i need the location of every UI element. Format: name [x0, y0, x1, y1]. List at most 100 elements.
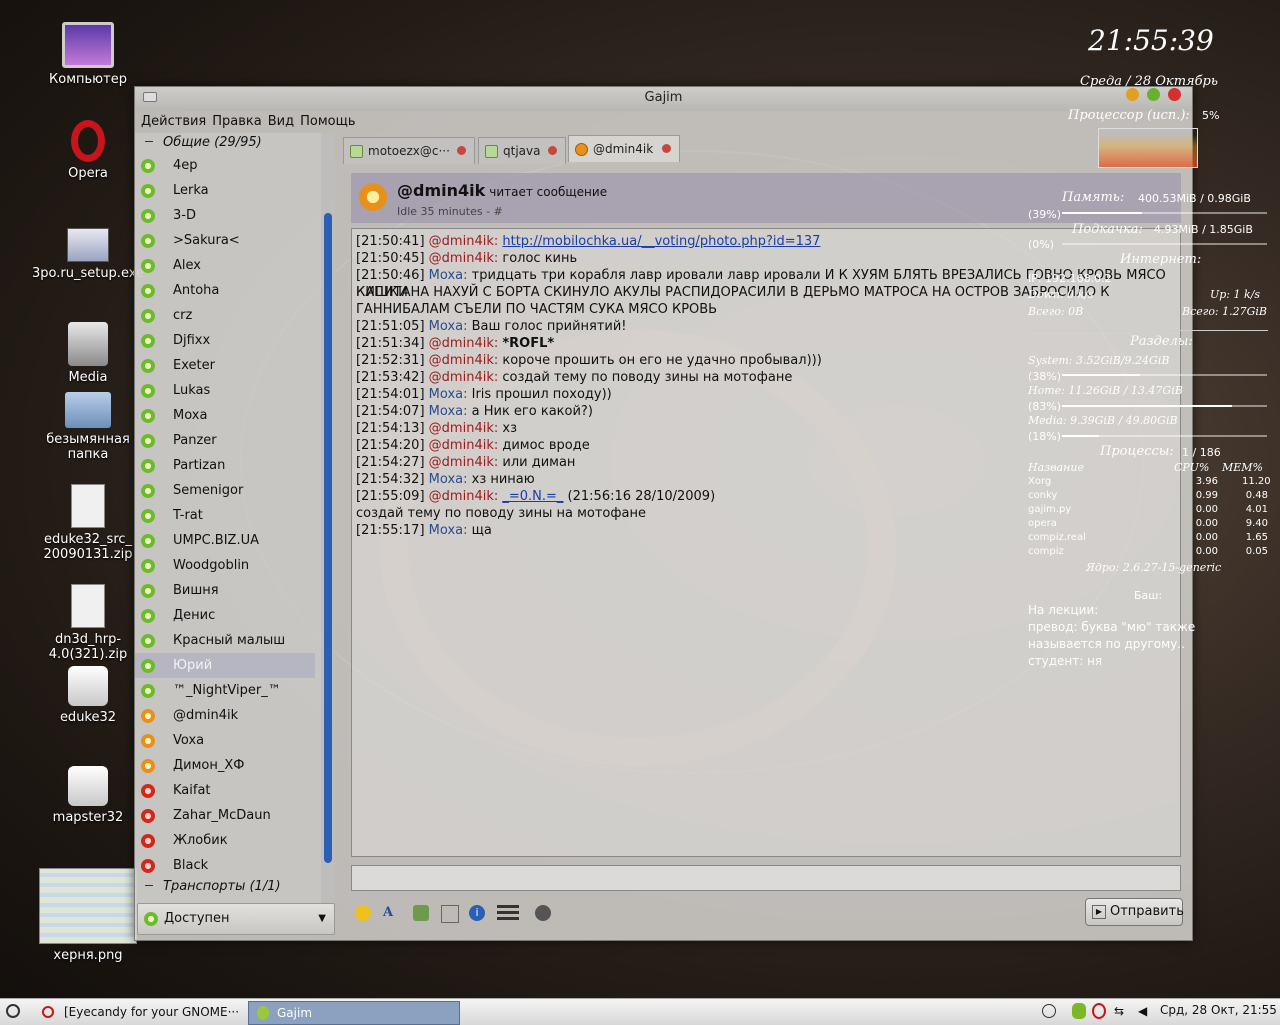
desktop-icon-media[interactable]: Media	[28, 322, 148, 385]
message-time: [21:55:09]	[356, 489, 425, 504]
message-text: (21:56:16 28/10/2009)	[563, 489, 716, 504]
desktop-icon-folder[interactable]: безымянная папка	[28, 392, 148, 462]
menu-actions[interactable]: Действия	[141, 114, 206, 129]
bash-line: На лекции:	[1028, 603, 1099, 617]
close-tab-icon[interactable]	[457, 146, 466, 155]
mem-percent: (39%)	[1028, 208, 1062, 221]
scrollbar-thumb[interactable]	[324, 213, 332, 863]
send-file-icon[interactable]	[413, 905, 429, 921]
contact-27[interactable]: Жлобик	[135, 828, 315, 853]
status-green-icon	[141, 534, 155, 548]
close-tab-icon[interactable]	[662, 144, 671, 153]
gajim-tray-icon[interactable]	[1072, 1003, 1086, 1019]
desktop-icon-eduke32[interactable]: eduke32	[28, 666, 148, 725]
status-selector[interactable]: Доступен ▼	[137, 903, 335, 935]
menu-view[interactable]: Вид	[268, 114, 294, 129]
contact-12[interactable]: Partizan	[135, 453, 315, 478]
volume-icon[interactable]: ◀	[1138, 1003, 1152, 1019]
message-text: Iris прошил походу))	[471, 387, 612, 402]
menu-lines-icon[interactable]	[497, 905, 519, 921]
contact-28[interactable]: Black	[135, 853, 315, 878]
desktop-icon-computer[interactable]: Компьютер	[28, 22, 148, 87]
record-icon[interactable]	[535, 905, 551, 921]
contact-20[interactable]: Юрий	[135, 653, 315, 678]
contact-name: Black	[173, 858, 209, 873]
minimize-icon[interactable]	[1126, 88, 1139, 101]
contact-24[interactable]: Димон_ХФ	[135, 753, 315, 778]
group-transports[interactable]: Транспорты (1/1)	[135, 877, 321, 897]
group-label: Транспорты (1/1)	[163, 879, 281, 894]
contact-9[interactable]: Lukas	[135, 378, 315, 403]
menu-edit[interactable]: Правка	[212, 114, 261, 129]
tab-dmin4ik[interactable]: @dmin4ik	[568, 135, 680, 162]
roster-scrollbar[interactable]	[321, 133, 335, 903]
swap-percent: (0%)	[1028, 238, 1055, 251]
tab-qtjava[interactable]: qtjava	[478, 137, 566, 164]
contact-name: Exeter	[173, 358, 215, 373]
desktop-icon-opera[interactable]: Opera	[28, 120, 148, 181]
message-link[interactable]: http://mobilochka.ua/__voting/photo.php?…	[502, 234, 820, 249]
contact-6[interactable]: crz	[135, 303, 315, 328]
chevron-down-icon: ▼	[318, 913, 326, 924]
contact-4[interactable]: Alex	[135, 253, 315, 278]
task-gajim[interactable]: Gajim	[248, 1001, 460, 1025]
history-icon[interactable]	[441, 905, 459, 923]
emoticons-icon[interactable]	[355, 905, 371, 921]
info-icon[interactable]: i	[469, 905, 485, 921]
contact-3[interactable]: >Sakura<	[135, 228, 315, 253]
window-menu-icon[interactable]	[143, 92, 157, 102]
menu-help[interactable]: Помощь	[300, 114, 355, 129]
contact-26[interactable]: Zahar_McDaun	[135, 803, 315, 828]
task-opera[interactable]: [Eyecandy for your GNOME···	[34, 1001, 240, 1023]
hard-drive-icon	[68, 322, 108, 366]
contact-7[interactable]: Djfixx	[135, 328, 315, 353]
message-time: [21:54:07]	[356, 404, 425, 419]
contact-21[interactable]: ™_NightViper_™	[135, 678, 315, 703]
desktop-icon-mapster32[interactable]: mapster32	[28, 766, 148, 825]
message-time: [21:50:46]	[356, 268, 425, 283]
contact-10[interactable]: Moxa	[135, 403, 315, 428]
contact-11[interactable]: Panzer	[135, 428, 315, 453]
taskbar-clock[interactable]: Срд, 28 Окт, 21:55	[1160, 1003, 1277, 1017]
status-red-icon	[141, 834, 155, 848]
home-partition: Home: 11.26GiB / 13.47GiB	[1028, 384, 1183, 397]
chat-tab-icon	[575, 143, 588, 156]
message-link[interactable]: _=0.N.=_	[502, 489, 563, 504]
contact-name: Djfixx	[173, 333, 211, 348]
contact-23[interactable]: Voxa	[135, 728, 315, 753]
proc-cpu: 0.00	[1195, 504, 1218, 515]
contact-0[interactable]: 4ep	[135, 153, 315, 178]
close-icon[interactable]	[1168, 88, 1181, 101]
contact-2[interactable]: 3-D	[135, 203, 315, 228]
contact-13[interactable]: Semenigor	[135, 478, 315, 503]
close-tab-icon[interactable]	[548, 146, 557, 155]
contact-22[interactable]: @dmin4ik	[135, 703, 315, 728]
contact-17[interactable]: Вишня	[135, 578, 315, 603]
contact-name: 4ep	[173, 158, 198, 173]
maximize-icon[interactable]	[1147, 88, 1160, 101]
tab-motoezx[interactable]: motoezx@c···	[343, 137, 475, 164]
contact-19[interactable]: Красный малыш	[135, 628, 315, 653]
contact-14[interactable]: T-rat	[135, 503, 315, 528]
message-nick: @dmin4ik:	[428, 251, 499, 266]
opera-tray-icon[interactable]	[1092, 1003, 1106, 1019]
network-icon[interactable]: ⇆	[1114, 1003, 1132, 1019]
contact-25[interactable]: Kaifat	[135, 778, 315, 803]
contact-15[interactable]: UMPC.BIZ.UA	[135, 528, 315, 553]
contact-8[interactable]: Exeter	[135, 353, 315, 378]
desktop-icon-eduke-zip[interactable]: eduke32_src_ 20090131.zip	[28, 484, 148, 562]
crosshair-icon[interactable]	[1042, 1004, 1056, 1018]
contact-16[interactable]: Woodgoblin	[135, 553, 315, 578]
contact-18[interactable]: Денис	[135, 603, 315, 628]
group-general[interactable]: Общие (29/95)	[135, 133, 321, 153]
desktop-icon-setup[interactable]: 3po.ru_setup.exe	[28, 228, 148, 281]
executable-icon	[68, 666, 108, 706]
message-input[interactable]	[351, 865, 1181, 891]
ubuntu-menu-icon[interactable]	[6, 1004, 20, 1018]
contact-5[interactable]: Antoha	[135, 278, 315, 303]
desktop-icon-png[interactable]: херня.png	[28, 868, 148, 963]
send-button[interactable]: ▶ Отправить	[1085, 898, 1184, 926]
contact-1[interactable]: Lerka	[135, 178, 315, 203]
desktop-icon-dn3d-zip[interactable]: dn3d_hrp-4.0(321).zip	[28, 584, 148, 662]
font-icon[interactable]: A	[383, 905, 399, 921]
